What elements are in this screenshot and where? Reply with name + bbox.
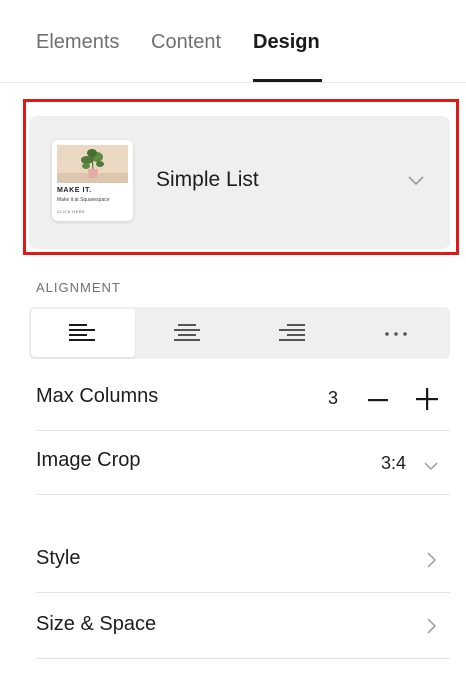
image-crop-row[interactable]: Image Crop 3:4	[36, 430, 450, 495]
align-left-button[interactable]	[31, 309, 135, 357]
design-panel: Elements Content Design MAKE IT. Make it…	[0, 0, 466, 700]
align-left-icon	[69, 324, 95, 341]
align-right-icon	[279, 324, 305, 341]
alignment-segmented-control	[29, 307, 450, 359]
alignment-label: ALIGNMENT	[36, 280, 121, 295]
chevron-down-icon	[424, 458, 438, 476]
tab-elements[interactable]: Elements	[36, 31, 119, 54]
align-right-button[interactable]	[241, 309, 345, 357]
align-center-icon	[174, 324, 200, 341]
minus-icon	[368, 399, 388, 402]
style-label: Style	[36, 547, 81, 569]
style-row[interactable]: Style	[36, 528, 450, 593]
tab-content[interactable]: Content	[151, 31, 221, 54]
chevron-right-icon	[427, 618, 437, 639]
active-tab-indicator	[253, 79, 322, 82]
image-crop-value: 3:4	[381, 453, 407, 473]
max-columns-value: 3	[328, 388, 339, 408]
max-columns-label: Max Columns	[36, 385, 159, 407]
size-space-label: Size & Space	[36, 613, 157, 635]
align-center-button[interactable]	[136, 309, 240, 357]
tab-design[interactable]: Design	[253, 31, 320, 54]
image-crop-label: Image Crop	[36, 449, 141, 471]
more-icon	[385, 332, 407, 336]
more-options-button[interactable]	[345, 309, 449, 357]
chevron-right-icon	[427, 552, 437, 573]
plus-icon	[416, 388, 438, 410]
tab-bar: Elements Content Design	[0, 0, 466, 83]
max-columns-row: Max Columns 3	[36, 366, 450, 431]
size-space-row[interactable]: Size & Space	[36, 594, 450, 659]
increment-button[interactable]	[414, 386, 440, 417]
highlight-box	[23, 99, 459, 255]
decrement-button[interactable]	[366, 388, 390, 417]
